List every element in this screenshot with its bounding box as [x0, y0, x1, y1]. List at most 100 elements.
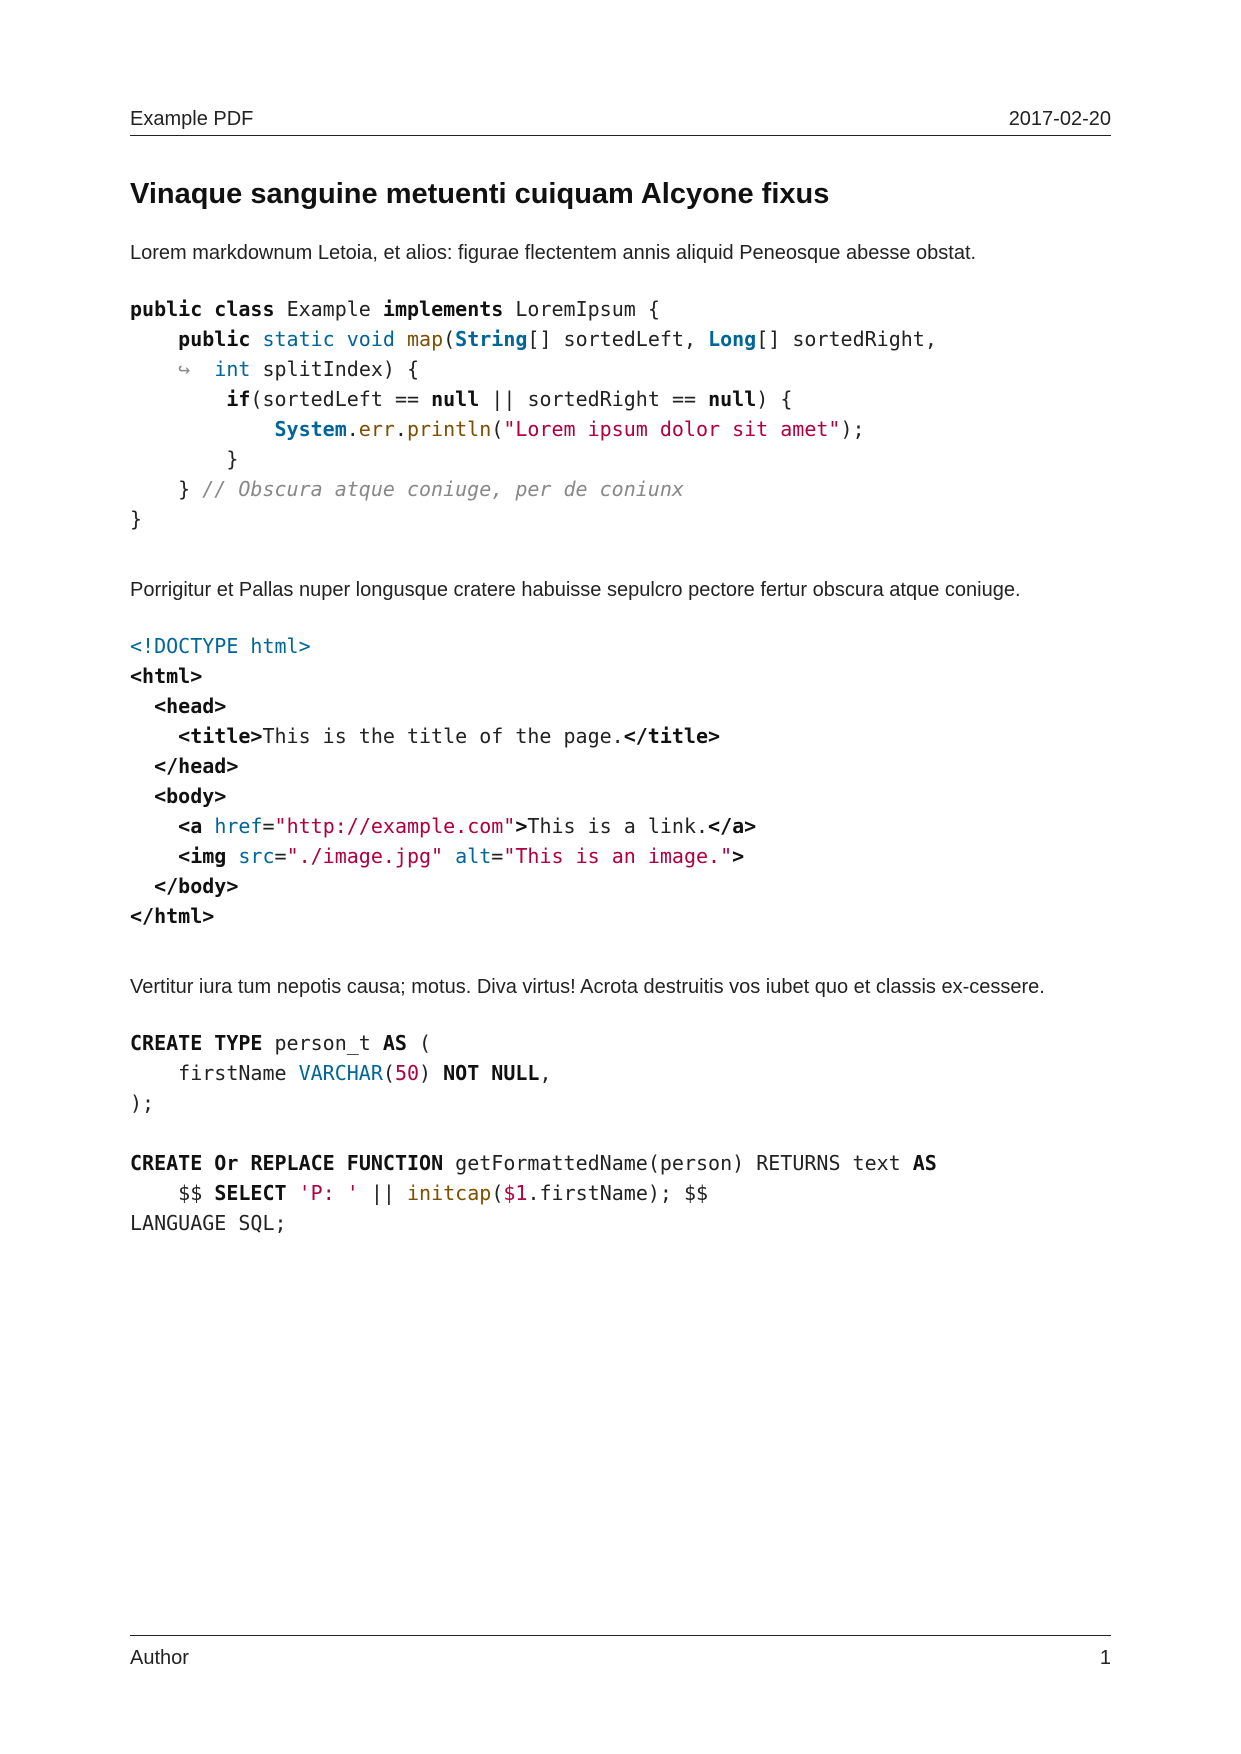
tag-html-open: <html>: [130, 664, 202, 688]
dollars-1: $$: [178, 1181, 202, 1205]
brackets-2: []: [756, 327, 780, 351]
paragraph-2: Porrigitur et Pallas nuper longusque cra…: [130, 576, 1111, 605]
tag-html-close: </html>: [130, 904, 214, 928]
header-left: Example PDF: [130, 108, 253, 131]
dollars-2: $$: [684, 1181, 708, 1205]
img-close: >: [732, 844, 744, 868]
code-block-html: <!DOCTYPE html> <html> <head> <title>Thi…: [130, 631, 1111, 931]
ident-loremipsum: LoremIpsum: [515, 297, 635, 321]
kw-select: SELECT: [214, 1181, 286, 1205]
op-or: ||: [491, 387, 515, 411]
attr-src: src: [238, 844, 274, 868]
attr-href: href: [214, 814, 262, 838]
type-long: Long: [708, 327, 756, 351]
rparen-1: ): [383, 357, 395, 381]
brace-close-3: }: [226, 447, 238, 471]
kw-as-1: AS: [383, 1031, 407, 1055]
semi-sql-1: ;: [142, 1091, 154, 1115]
eq-1: =: [262, 814, 274, 838]
attr-alt: alt: [455, 844, 491, 868]
kw-type-1: TYPE: [214, 1031, 262, 1055]
paragraph-1: Lorem markdownum Letoia, et alios: figur…: [130, 239, 1111, 268]
kw-returns: RETURNS: [756, 1151, 840, 1175]
ident-system: System: [275, 417, 347, 441]
doctype: <!DOCTYPE html>: [130, 634, 311, 658]
a-text: This is a link.: [527, 814, 708, 838]
brace-close-2: }: [178, 477, 190, 501]
paragraph-3: Vertitur iura tum nepotis causa; motus. …: [130, 973, 1111, 1002]
rparen-sql-1: ): [130, 1091, 142, 1115]
ident-sortedright-2: sortedRight: [527, 387, 659, 411]
brace-open: {: [648, 297, 660, 321]
footer-page-number: 1: [1100, 1647, 1111, 1670]
ident-example: Example: [287, 297, 371, 321]
brace-close-1: }: [130, 507, 142, 531]
comma-2: ,: [925, 327, 937, 351]
kw-int: int: [214, 357, 250, 381]
arg-1: $1: [503, 1181, 527, 1205]
page-title: Vinaque sanguine metuenti cuiquam Alcyon…: [130, 178, 1111, 211]
kw-null-1: null: [431, 387, 479, 411]
kw-create-1: CREATE: [130, 1031, 202, 1055]
dot-1: .: [347, 417, 359, 441]
dot-2: .: [395, 417, 407, 441]
ident-text: text: [853, 1151, 901, 1175]
header-right: 2017-02-20: [1009, 108, 1111, 131]
eq-2: =: [275, 844, 287, 868]
comment-1: // Obscura atque coniuge, per de coniunx: [202, 477, 684, 501]
fn-map: map: [407, 327, 443, 351]
comma-sql-1: ,: [539, 1061, 551, 1085]
tag-title-open: <title>: [178, 724, 262, 748]
kw-public-2: public: [178, 327, 250, 351]
code-block-java: public class Example implements LoremIps…: [130, 294, 1111, 534]
ident-persont: person_t: [275, 1031, 371, 1055]
kw-as-2: AS: [913, 1151, 937, 1175]
dot-sql: .: [527, 1181, 539, 1205]
op-eq-1: ==: [395, 387, 419, 411]
string-literal-1: "Lorem ipsum dolor sit amet": [503, 417, 840, 441]
tag-a-open: <a: [178, 814, 202, 838]
tag-a-close: </a>: [708, 814, 756, 838]
tag-img-open: <img: [178, 844, 226, 868]
ident-err: err: [359, 417, 395, 441]
tag-body-open: <body>: [154, 784, 226, 808]
wrap-arrow-icon: ↪: [178, 357, 190, 381]
attr-src-val: "./image.jpg": [287, 844, 444, 868]
footer-divider: [130, 1635, 1111, 1636]
language-sql: LANGUAGE SQL;: [130, 1211, 287, 1235]
kw-create-2: CREATE: [130, 1151, 202, 1175]
kw-or: Or: [214, 1151, 238, 1175]
brace-open-3: {: [780, 387, 792, 411]
kw-function: FUNCTION: [347, 1151, 443, 1175]
kw-notnull: NOT NULL: [443, 1061, 539, 1085]
lparen-2: (: [250, 387, 262, 411]
kw-varchar: VARCHAR: [299, 1061, 383, 1085]
gt-1: >: [515, 814, 527, 838]
op-eq-2: ==: [672, 387, 696, 411]
footer-left: Author: [130, 1647, 189, 1670]
kw-replace: REPLACE: [250, 1151, 334, 1175]
kw-implements: implements: [383, 297, 503, 321]
ident-person: person: [660, 1151, 732, 1175]
kw-static: static: [262, 327, 334, 351]
kw-public: public: [130, 297, 202, 321]
semi-1: ;: [853, 417, 865, 441]
ident-sortedright: sortedRight: [792, 327, 924, 351]
code-block-sql: CREATE TYPE person_t AS ( firstName VARC…: [130, 1028, 1111, 1238]
type-string: String: [455, 327, 527, 351]
fn-initcap: initcap: [407, 1181, 491, 1205]
ident-firstname-2: firstName: [540, 1181, 648, 1205]
ident-sortedleft-2: sortedLeft: [262, 387, 382, 411]
kw-class: class: [214, 297, 274, 321]
tag-body-close: </body>: [154, 874, 238, 898]
page-header: Example PDF 2017-02-20: [130, 108, 1111, 136]
kw-if: if: [226, 387, 250, 411]
ident-getformattedname: getFormattedName: [455, 1151, 648, 1175]
brackets-1: []: [527, 327, 551, 351]
page-footer: Author 1: [130, 1647, 1111, 1670]
tag-title-close: </title>: [624, 724, 720, 748]
tag-head-close: </head>: [154, 754, 238, 778]
rparen-2: ): [756, 387, 768, 411]
document-page: Example PDF 2017-02-20 Vinaque sanguine …: [0, 0, 1241, 1754]
kw-void: void: [347, 327, 395, 351]
